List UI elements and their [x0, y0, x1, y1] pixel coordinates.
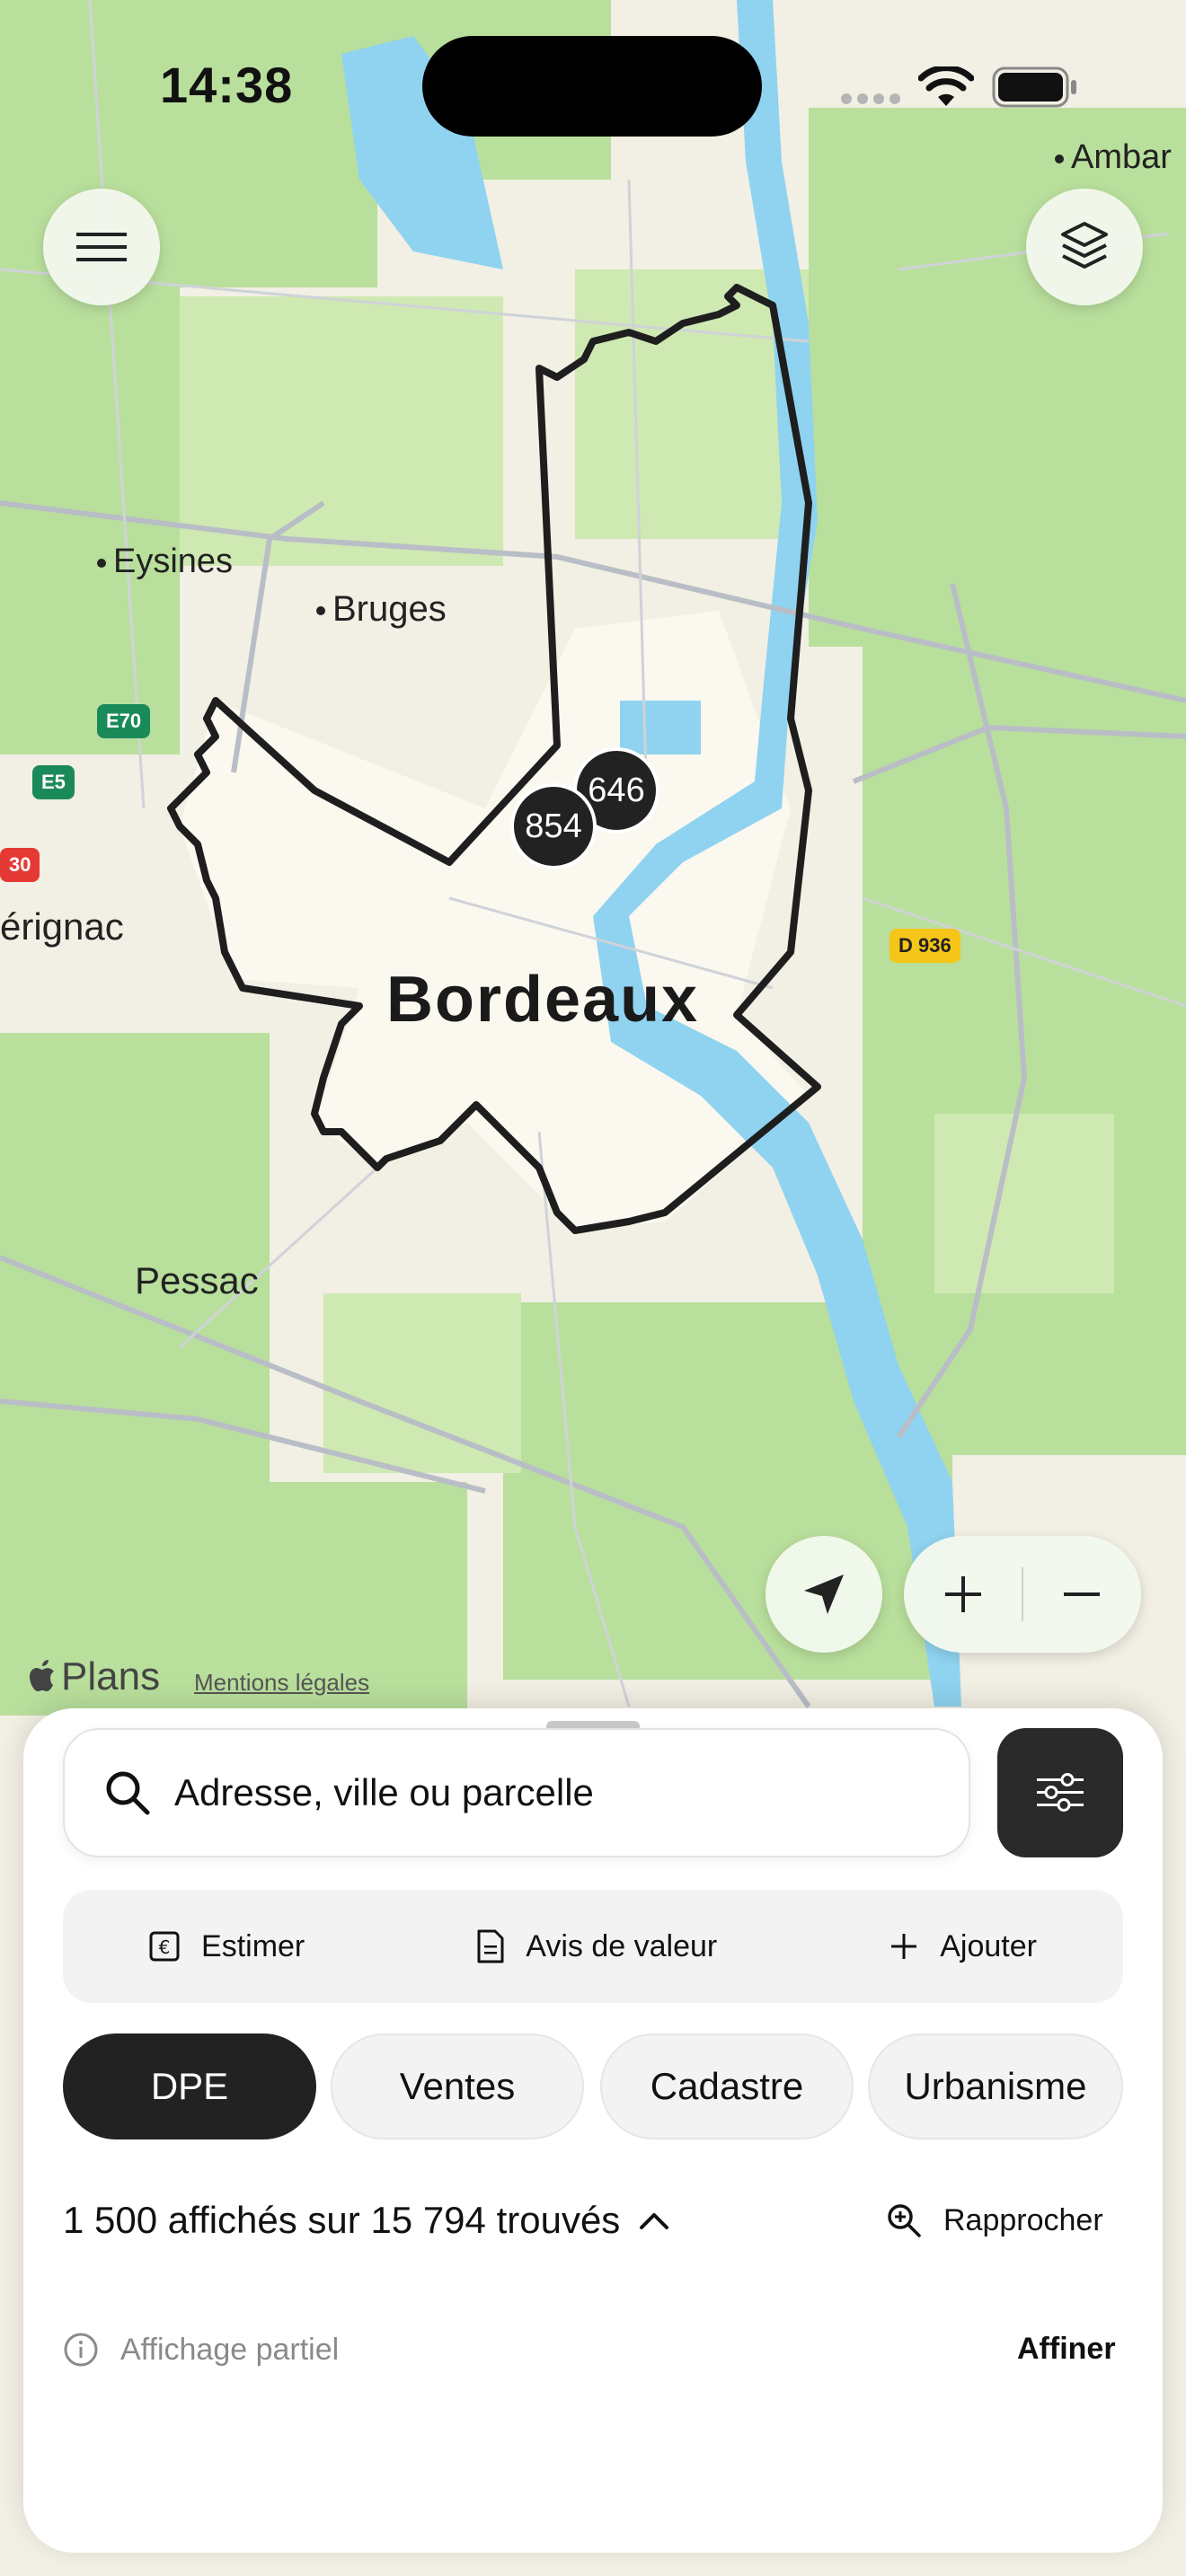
place-label-pessac: Pessac: [135, 1259, 259, 1301]
road-shield-e5: E5: [32, 765, 75, 799]
search-icon: [106, 1771, 150, 1815]
euro-icon: €: [149, 1931, 180, 1962]
chevron-up-icon: [640, 2213, 669, 2229]
quick-actions: € Estimer Avis de valeur Ajouter: [63, 1890, 1123, 2003]
maps-attribution: Plans: [27, 1654, 160, 1699]
tab-urbanisme[interactable]: Urbanisme: [868, 2033, 1123, 2139]
wifi-icon: [917, 65, 975, 114]
legal-link[interactable]: Mentions légales: [194, 1669, 369, 1697]
menu-button[interactable]: [43, 189, 160, 305]
battery-icon: [992, 66, 1078, 112]
cluster-marker-854[interactable]: 854: [510, 783, 597, 869]
add-button[interactable]: Ajouter: [890, 1929, 1037, 1964]
tab-ventes[interactable]: Ventes: [331, 2033, 584, 2139]
search-field[interactable]: Adresse, ville ou parcelle: [63, 1728, 970, 1857]
place-label-ambar: Ambar: [1055, 138, 1172, 177]
place-label-eysines: Eysines: [97, 543, 233, 581]
zoom-in-button[interactable]: [905, 1536, 1022, 1653]
svg-text:€: €: [159, 1936, 171, 1958]
plus-icon: [945, 1576, 981, 1612]
filters-button[interactable]: [997, 1728, 1123, 1857]
signal-dots-icon: [841, 93, 900, 104]
place-label-merignac: érignac: [0, 905, 124, 948]
road-shield-d936: D 936: [890, 929, 960, 963]
city-label: Bordeaux: [386, 964, 700, 1036]
search-placeholder: Adresse, ville ou parcelle: [174, 1771, 594, 1813]
document-icon: [477, 1929, 504, 1963]
layers-icon: [1061, 222, 1108, 269]
zoom-closer-button[interactable]: Rapprocher: [886, 2202, 1103, 2238]
status-time: 14:38: [160, 57, 294, 113]
plus-icon: [891, 1934, 917, 1959]
location-arrow-icon: [804, 1575, 844, 1614]
sliders-icon: [1037, 1773, 1084, 1812]
results-count[interactable]: 1 500 affichés sur 15 794 trouvés: [63, 2199, 670, 2242]
tab-dpe[interactable]: DPE: [63, 2033, 316, 2139]
minus-icon: [1064, 1592, 1100, 1596]
apple-logo-icon: [30, 1660, 54, 1691]
tab-cadastre[interactable]: Cadastre: [600, 2033, 854, 2139]
place-label-bruges: Bruges: [316, 589, 447, 630]
locate-button[interactable]: [766, 1536, 882, 1653]
info-icon: [64, 2333, 98, 2367]
zoom-controls: [904, 1536, 1141, 1653]
zoom-in-icon: [888, 2204, 921, 2237]
estimate-button[interactable]: € Estimer: [149, 1929, 305, 1964]
refine-button[interactable]: Affiner: [1017, 2332, 1116, 2367]
road-shield-30: 30: [0, 848, 40, 882]
zoom-out-button[interactable]: [1023, 1536, 1140, 1653]
hamburger-icon: [76, 233, 127, 261]
partial-display-notice: Affichage partiel: [63, 2332, 339, 2368]
layers-button[interactable]: [1026, 189, 1143, 305]
dynamic-island: [422, 36, 762, 137]
valuation-notice-button[interactable]: Avis de valeur: [477, 1929, 717, 1964]
road-shield-e70: E70: [97, 704, 151, 738]
